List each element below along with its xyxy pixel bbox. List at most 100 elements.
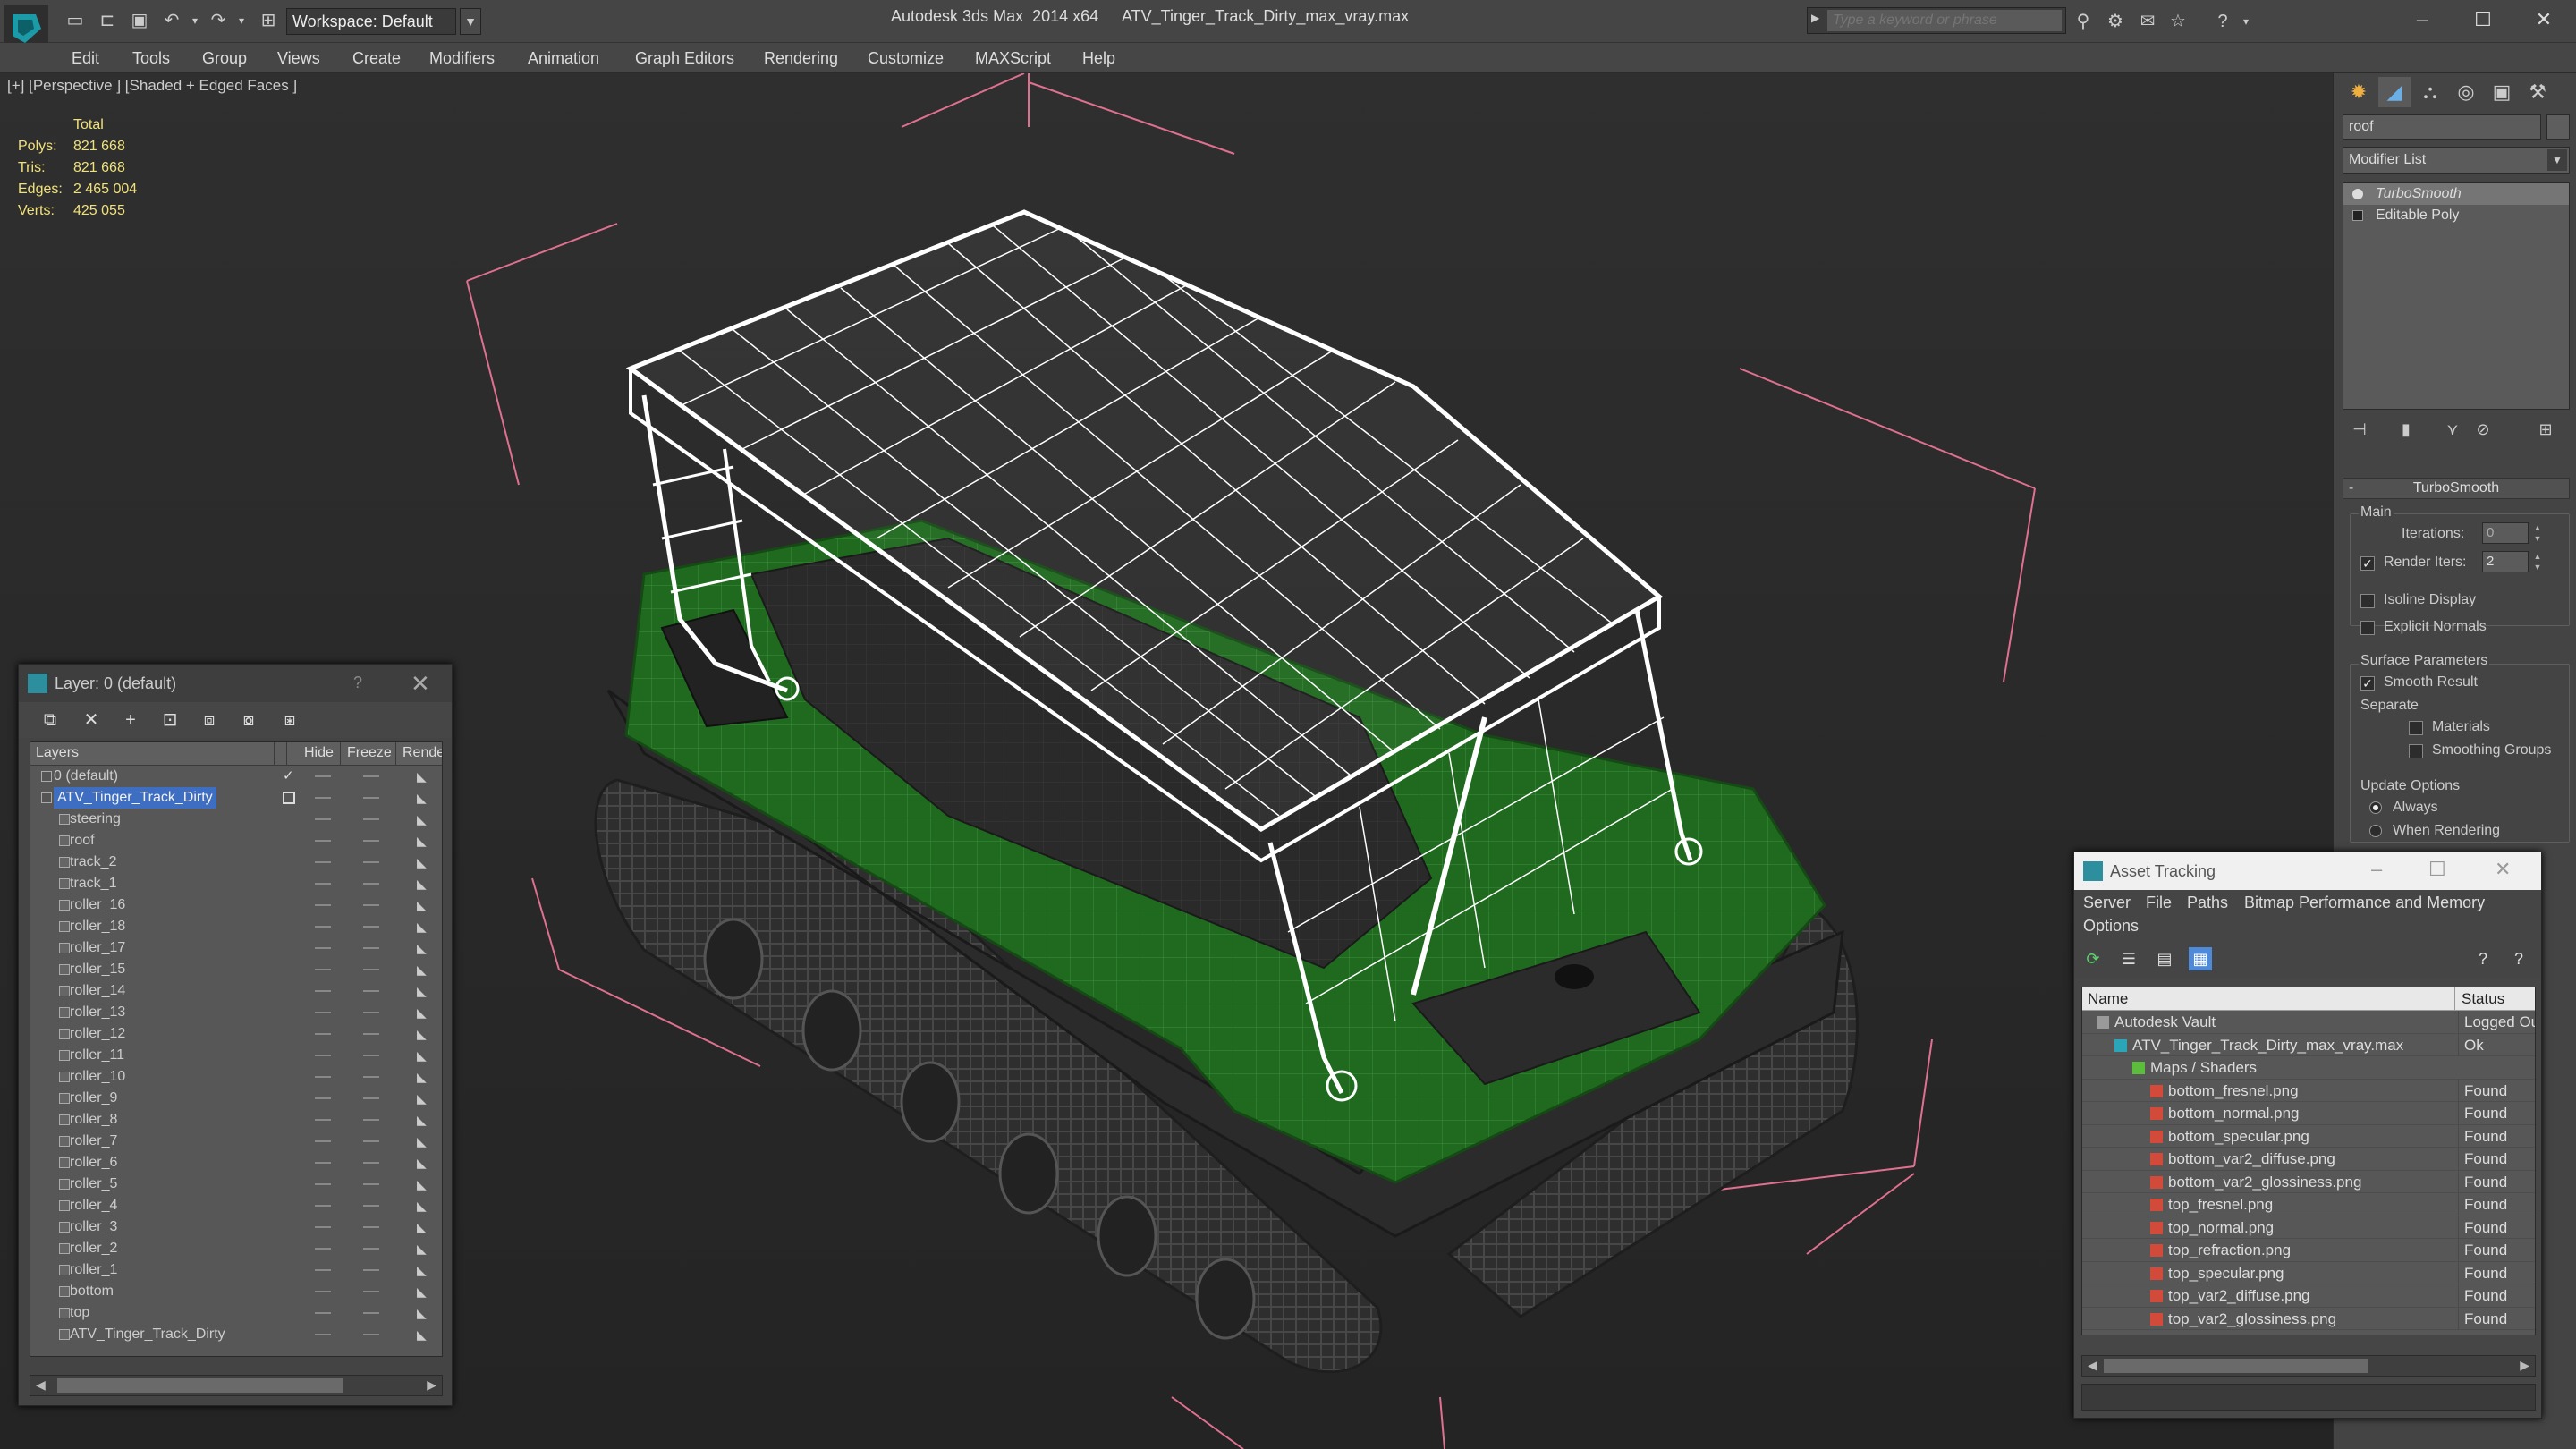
freeze-toggle[interactable]	[363, 840, 379, 842]
make-unique-icon[interactable]: ⋎	[2441, 419, 2464, 440]
hide-toggle[interactable]	[315, 1076, 331, 1078]
menu-maxscript[interactable]: MAXScript	[975, 49, 1051, 68]
layer-row-name[interactable]: track_1	[70, 873, 116, 894]
layer-row-name[interactable]: roller_17	[70, 937, 125, 959]
asset-row[interactable]: bottom_normal.png Found	[2082, 1102, 2535, 1125]
menu-rendering[interactable]: Rendering	[764, 49, 838, 68]
open-file-icon[interactable]: ⊏	[97, 11, 118, 30]
asset-menu-paths[interactable]: Paths	[2187, 894, 2228, 912]
layer-object-row[interactable]: roller_9 ◣	[30, 1088, 442, 1109]
scrollbar-thumb[interactable]	[57, 1378, 343, 1393]
list-view-icon[interactable]: ☰	[2117, 947, 2140, 970]
freeze-toggle[interactable]	[363, 1226, 379, 1228]
select-objects-icon[interactable]: ⊡	[158, 709, 182, 731]
layer-object-row[interactable]: roller_3 ◣	[30, 1216, 442, 1238]
hide-toggle[interactable]	[315, 1012, 331, 1013]
teapot-render-icon[interactable]: ◣	[417, 942, 431, 954]
asset-row[interactable]: bottom_fresnel.png Found	[2082, 1079, 2535, 1102]
hide-toggle[interactable]	[315, 969, 331, 970]
hide-toggle[interactable]	[315, 861, 331, 863]
freeze-toggle[interactable]	[363, 1183, 379, 1185]
layer-object-row[interactable]: roller_4 ◣	[30, 1195, 442, 1216]
layer-object-row[interactable]: roller_1 ◣	[30, 1259, 442, 1281]
layer-object-row[interactable]: track_2 ◣	[30, 852, 442, 873]
lightbulb-icon[interactable]	[2352, 189, 2363, 199]
teapot-render-icon[interactable]: ◣	[417, 899, 431, 911]
freeze-toggle[interactable]	[363, 818, 379, 820]
freeze-toggle[interactable]	[363, 1334, 379, 1335]
binoculars-icon[interactable]: ⚲	[2072, 11, 2095, 32]
freeze-toggle[interactable]	[363, 1291, 379, 1292]
render-iters-checkbox[interactable]: ✓	[2360, 556, 2375, 571]
column-name[interactable]: Name	[2088, 990, 2128, 1008]
help-context-icon[interactable]: ?	[2507, 947, 2530, 970]
layer-row-name[interactable]: roller_9	[70, 1088, 117, 1109]
hide-toggle[interactable]	[315, 1162, 331, 1164]
asset-row[interactable]: top_var2_glossiness.png Found	[2082, 1307, 2535, 1330]
minimize-icon[interactable]: –	[2371, 858, 2382, 881]
layer-row[interactable]: 0 (default) ✓ ◣	[30, 766, 442, 787]
hide-toggle[interactable]	[315, 818, 331, 820]
layer-object-row[interactable]: roller_17 ◣	[30, 937, 442, 959]
layer-row-name[interactable]: roller_18	[70, 916, 125, 937]
hide-toggle[interactable]	[315, 926, 331, 928]
asset-menu-server[interactable]: Server	[2083, 894, 2131, 912]
layer-object-row[interactable]: roller_10 ◣	[30, 1066, 442, 1088]
highlight-selected-icon[interactable]: ⧈	[198, 709, 221, 731]
stack-item-turbosmooth[interactable]: TurboSmooth	[2343, 183, 2569, 205]
teapot-render-icon[interactable]: ◣	[417, 985, 431, 997]
layer-object-row[interactable]: roller_16 ◣	[30, 894, 442, 916]
layer-object-row[interactable]: bottom ◣	[30, 1281, 442, 1302]
object-name-field[interactable]	[2343, 114, 2541, 140]
asset-horizontal-scrollbar[interactable]: ◀ ▶	[2081, 1355, 2536, 1377]
new-file-icon[interactable]: ▭	[64, 11, 86, 30]
asset-row[interactable]: ATV_Tinger_Track_Dirty_max_vray.max Ok	[2082, 1033, 2535, 1056]
layer-row-name[interactable]: roller_15	[70, 959, 125, 980]
undo-icon[interactable]: ↶	[161, 11, 182, 30]
layer-row[interactable]: ATV_Tinger_Track_Dirty ◣	[30, 787, 442, 809]
freeze-toggle[interactable]	[363, 883, 379, 885]
layer-row-name[interactable]: roller_1	[70, 1259, 117, 1281]
hide-toggle[interactable]	[315, 904, 331, 906]
search-input[interactable]	[1827, 10, 2062, 31]
teapot-render-icon[interactable]: ◣	[417, 1157, 431, 1169]
teapot-render-icon[interactable]: ◣	[417, 1307, 431, 1319]
when-rendering-radio[interactable]	[2369, 825, 2382, 837]
menu-customize[interactable]: Customize	[868, 49, 944, 68]
hide-toggle[interactable]	[315, 797, 331, 799]
layer-object-row[interactable]: roller_5 ◣	[30, 1174, 442, 1195]
spinner-arrows-icon[interactable]: ▲ ▼	[2532, 551, 2543, 572]
freeze-toggle[interactable]	[363, 969, 379, 970]
motion-tab-icon[interactable]: ◎	[2450, 77, 2482, 107]
menu-tools[interactable]: Tools	[132, 49, 170, 68]
help-icon[interactable]: ?	[353, 674, 362, 692]
freeze-toggle[interactable]	[363, 1162, 379, 1164]
asset-row[interactable]: top_var2_diffuse.png Found	[2082, 1284, 2535, 1308]
layer-row-name[interactable]: roller_4	[70, 1195, 117, 1216]
modifier-stack[interactable]: TurboSmooth Editable Poly	[2343, 182, 2570, 410]
minimize-button[interactable]: –	[2397, 4, 2447, 36]
hide-unhide-all-icon[interactable]: ⧇	[237, 709, 260, 731]
asset-row[interactable]: bottom_var2_diffuse.png Found	[2082, 1148, 2535, 1171]
teapot-render-icon[interactable]: ◣	[417, 1242, 431, 1255]
teapot-render-icon[interactable]: ◣	[417, 1221, 431, 1233]
undo-dropdown-icon[interactable]: ▾	[184, 11, 206, 30]
teapot-render-icon[interactable]: ◣	[417, 770, 431, 783]
teapot-render-icon[interactable]: ◣	[417, 1114, 431, 1126]
teapot-render-icon[interactable]: ◣	[417, 963, 431, 976]
layer-row-name[interactable]: roller_7	[70, 1131, 117, 1152]
thumbnail-view-icon[interactable]: ▤	[2153, 947, 2176, 970]
freeze-toggle[interactable]	[363, 1076, 379, 1078]
iterations-spinner[interactable]: 0	[2482, 522, 2529, 544]
redo-icon[interactable]: ↷	[208, 11, 229, 30]
freeze-toggle[interactable]	[363, 947, 379, 949]
configure-sets-icon[interactable]: ⊞	[2534, 419, 2557, 440]
freeze-toggle[interactable]	[363, 926, 379, 928]
hide-toggle[interactable]	[315, 1312, 331, 1314]
column-render[interactable]: Rende	[402, 745, 442, 761]
teapot-render-icon[interactable]: ◣	[417, 920, 431, 933]
layer-row-name[interactable]: roller_16	[70, 894, 125, 916]
teapot-render-icon[interactable]: ◣	[417, 1328, 431, 1341]
layer-row-name[interactable]: ATV_Tinger_Track_Dirty	[70, 1324, 225, 1345]
layer-object-row[interactable]: roller_6 ◣	[30, 1152, 442, 1174]
